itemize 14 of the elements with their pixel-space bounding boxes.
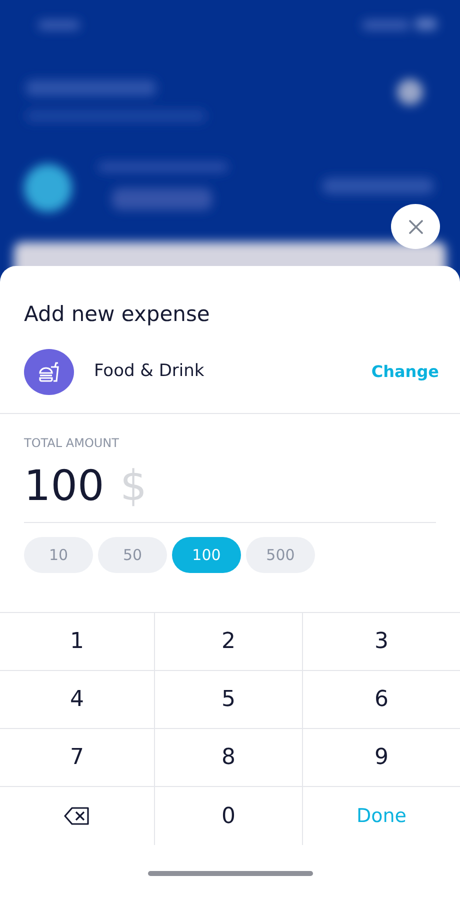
- category-name: Food & Drink: [94, 360, 204, 384]
- keypad-key[interactable]: 1: [0, 613, 155, 671]
- category-icon: [24, 349, 74, 395]
- close-button[interactable]: [391, 204, 440, 249]
- backspace-icon: [64, 807, 90, 825]
- keypad-key[interactable]: 5: [155, 671, 303, 729]
- keypad-key[interactable]: 4: [0, 671, 155, 729]
- close-icon: [408, 220, 422, 234]
- amount-field[interactable]: 100 $: [24, 460, 436, 523]
- sheet-title: Add new expense: [23, 301, 211, 328]
- keypad-key[interactable]: 7: [0, 729, 155, 787]
- keypad-key[interactable]: 8: [155, 729, 303, 787]
- keypad-key[interactable]: 2: [155, 613, 303, 671]
- amount-label: TOTAL AMOUNT: [23, 435, 120, 452]
